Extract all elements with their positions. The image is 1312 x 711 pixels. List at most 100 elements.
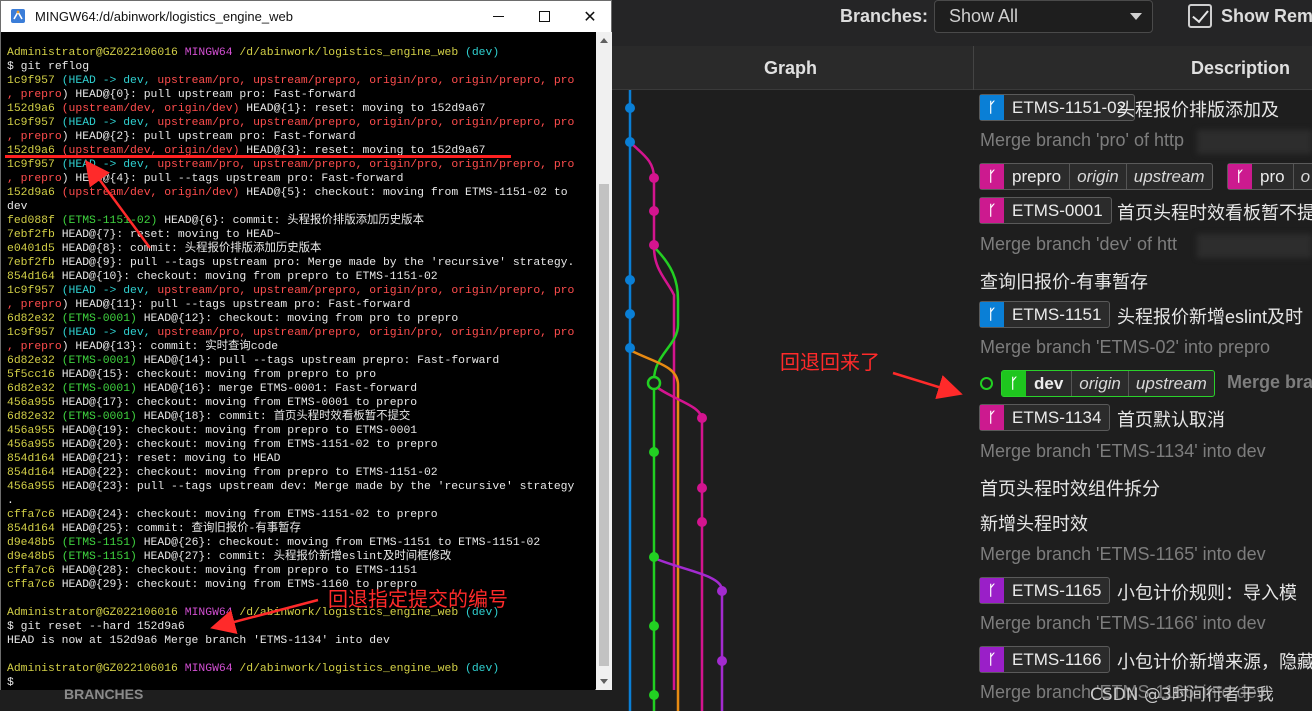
- terminal-line: 456a955 HEAD@{20}: checkout: moving from…: [7, 439, 438, 451]
- terminal-line: cffa7c6 HEAD@{24}: checkout: moving from…: [7, 509, 438, 521]
- description-column-header[interactable]: Description: [975, 46, 1312, 90]
- commit-row[interactable]: ᚴ ETMS-1151 头程报价新增eslint及时: [975, 297, 1312, 331]
- terminal-line: , prepro) HEAD@{4}: pull --tags upstream…: [7, 173, 404, 185]
- commit-row[interactable]: Merge branch 'dev' of htt: [975, 228, 1312, 262]
- commit-message: 小包计价新增来源，隐藏: [1117, 652, 1312, 672]
- branch-badge[interactable]: ᚴ ETMS-1151: [979, 301, 1111, 328]
- branch-icon: ᚴ: [1002, 371, 1026, 396]
- branch-name: ETMS-1134: [1012, 407, 1102, 427]
- commit-row[interactable]: Merge branch 'ETMS-1165' into dev: [975, 538, 1312, 572]
- branch-badge[interactable]: ᚴ ETMS-1151-02: [979, 94, 1136, 121]
- branch-name: ETMS-1151: [1012, 304, 1102, 324]
- commit-row[interactable]: ᚴ ETMS-0001 首页头程时效看板暂不提: [975, 193, 1312, 227]
- branch-name: prepro: [1012, 166, 1062, 186]
- terminal-line: 7ebf2fb HEAD@{9}: pull --tags upstream p…: [7, 257, 575, 269]
- terminal-line: Administrator@GZ022106016 MINGW64 /d/abi…: [7, 47, 500, 59]
- annotation-reset-to-commit: 回退指定提交的编号: [328, 587, 508, 611]
- window-title: MINGW64:/d/abinwork/logistics_engine_web: [35, 9, 293, 24]
- scroll-down-icon[interactable]: [600, 679, 608, 684]
- branch-badge[interactable]: ᚴ prepro origin upstream: [979, 163, 1213, 190]
- commit-row[interactable]: ᚴ ETMS-1134 首页默认取消: [975, 400, 1312, 434]
- branch-badge[interactable]: ᚴ ETMS-1165: [979, 577, 1111, 604]
- show-remote-checkbox[interactable]: [1188, 4, 1212, 28]
- terminal-line: e0401d5 HEAD@{8}: commit: 头程报价排版添加历史版本: [7, 243, 322, 255]
- graph-dots: [625, 103, 727, 700]
- commit-row[interactable]: ᚴ ETMS-1166 小包计价新增来源，隐藏: [975, 642, 1312, 676]
- commit-message: 查询旧报价-有事暂存: [980, 272, 1148, 292]
- commit-row[interactable]: 首页头程时效组件拆分: [975, 469, 1312, 503]
- branch-badge[interactable]: ᚴ pro o: [1227, 163, 1312, 190]
- branch-icon: ᚴ: [980, 647, 1004, 672]
- close-icon: ✕: [583, 8, 597, 26]
- commit-row-head[interactable]: ᚴ dev origin upstream Merge bra: [975, 366, 1312, 400]
- commit-message: 头程报价排版添加及: [1117, 100, 1279, 120]
- terminal-line: HEAD is now at 152d9a6 Merge branch 'ETM…: [7, 635, 390, 647]
- branches-select[interactable]: Show All: [934, 0, 1153, 33]
- toolbar: Branches: Show All Show Rem: [612, 0, 1312, 46]
- branches-section-header[interactable]: BRANCHES: [64, 686, 143, 702]
- commit-graph[interactable]: [612, 90, 974, 711]
- annotation-rolled-back: 回退回来了: [780, 350, 880, 374]
- terminal-line: 456a955 HEAD@{17}: checkout: moving from…: [7, 397, 418, 409]
- branch-badge[interactable]: ᚴ ETMS-1134: [979, 404, 1111, 431]
- commit-message: 小包计价规则：导入模: [1117, 583, 1297, 603]
- commit-message: Merge branch 'pro' of http: [980, 130, 1184, 150]
- watermark: CSDN @3时间行者于我: [1090, 685, 1274, 705]
- remote-tag: origin: [1069, 164, 1126, 189]
- branch-badge[interactable]: ᚴ ETMS-0001: [979, 197, 1112, 224]
- branch-icon: ᚴ: [980, 302, 1004, 327]
- terminal-line: , prepro) HEAD@{2}: pull upstream pro: F…: [7, 131, 356, 143]
- branches-label: Branches:: [840, 6, 929, 26]
- branch-badge[interactable]: ᚴ dev origin upstream: [1001, 370, 1215, 397]
- terminal-line: 854d164 HEAD@{22}: checkout: moving from…: [7, 467, 438, 479]
- minimize-icon: [492, 16, 504, 17]
- commit-row[interactable]: Merge branch 'ETMS-02' into prepro: [975, 331, 1312, 365]
- terminal-line: d9e48b5 (ETMS-1151) HEAD@{26}: checkout:…: [7, 537, 541, 549]
- branch-icon: ᚴ: [980, 95, 1004, 120]
- commit-message: Merge branch 'ETMS-1166' into dev: [980, 613, 1266, 633]
- redacted-url: [1197, 130, 1312, 154]
- close-button[interactable]: ✕: [567, 1, 613, 32]
- graph-line-purple: [653, 556, 724, 711]
- commit-message: 首页头程时效看板暂不提: [1117, 203, 1312, 223]
- branch-icon: ᚴ: [980, 578, 1004, 603]
- git-bash-icon: [11, 9, 25, 23]
- terminal-line: 6d82e32 (ETMS-0001) HEAD@{12}: checkout:…: [7, 313, 459, 325]
- column-header: Graph Description: [612, 46, 1312, 90]
- graph-column-header[interactable]: Graph: [612, 46, 974, 90]
- minimize-button[interactable]: [475, 1, 521, 32]
- branch-icon: ᚴ: [980, 405, 1004, 430]
- terminal-line: 1c9f957 (HEAD -> dev, upstream/pro, upst…: [7, 75, 575, 87]
- branch-icon: ᚴ: [980, 164, 1004, 189]
- commit-message: Merge branch 'ETMS-1134' into dev: [980, 441, 1266, 461]
- commit-message: Merge bra: [1227, 372, 1312, 392]
- terminal-line: , prepro) HEAD@{13}: commit: 实时查询code: [7, 341, 279, 353]
- title-bar[interactable]: MINGW64:/d/abinwork/logistics_engine_web…: [1, 1, 611, 32]
- terminal-line: 1c9f957 (HEAD -> dev, upstream/pro, upst…: [7, 327, 575, 339]
- terminal-scrollbar[interactable]: [596, 32, 612, 690]
- terminal-line: 1c9f957 (HEAD -> dev, upstream/pro, upst…: [7, 159, 575, 171]
- terminal-line: 854d164 HEAD@{10}: checkout: moving from…: [7, 271, 438, 283]
- commit-message: 首页默认取消: [1117, 410, 1225, 430]
- branch-badge[interactable]: ᚴ ETMS-1166: [979, 646, 1111, 673]
- highlight-underline: [5, 155, 511, 158]
- commit-message: 首页头程时效组件拆分: [980, 479, 1160, 499]
- commit-row[interactable]: ᚴ ETMS-1165 小包计价规则：导入模: [975, 573, 1312, 607]
- maximize-button[interactable]: [521, 1, 567, 32]
- terminal-line: $ git reflog: [7, 61, 90, 73]
- commit-row[interactable]: ᚴ prepro origin upstream ᚴ pro o: [975, 159, 1312, 193]
- terminal-line: cffa7c6 HEAD@{28}: checkout: moving from…: [7, 565, 418, 577]
- scroll-up-icon[interactable]: [600, 38, 608, 43]
- commit-row[interactable]: Merge branch 'ETMS-1134' into dev: [975, 435, 1312, 469]
- commit-row[interactable]: 新增头程时效: [975, 504, 1312, 538]
- commit-row[interactable]: Merge branch 'ETMS-1166' into dev: [975, 607, 1312, 641]
- scroll-thumb[interactable]: [599, 184, 609, 666]
- maximize-icon: [538, 11, 550, 22]
- branch-icon: ᚴ: [980, 198, 1004, 223]
- terminal-line: 7ebf2fb HEAD@{7}: reset: moving to HEAD~: [7, 229, 281, 241]
- commit-row[interactable]: Merge branch 'pro' of http: [975, 124, 1312, 158]
- commit-row[interactable]: ᚴ ETMS-1151-02 头程报价排版添加及: [975, 90, 1312, 124]
- terminal-line: dev: [7, 201, 28, 213]
- commit-row[interactable]: 查询旧报价-有事暂存: [975, 262, 1312, 296]
- terminal-line: 456a955 HEAD@{19}: checkout: moving from…: [7, 425, 418, 437]
